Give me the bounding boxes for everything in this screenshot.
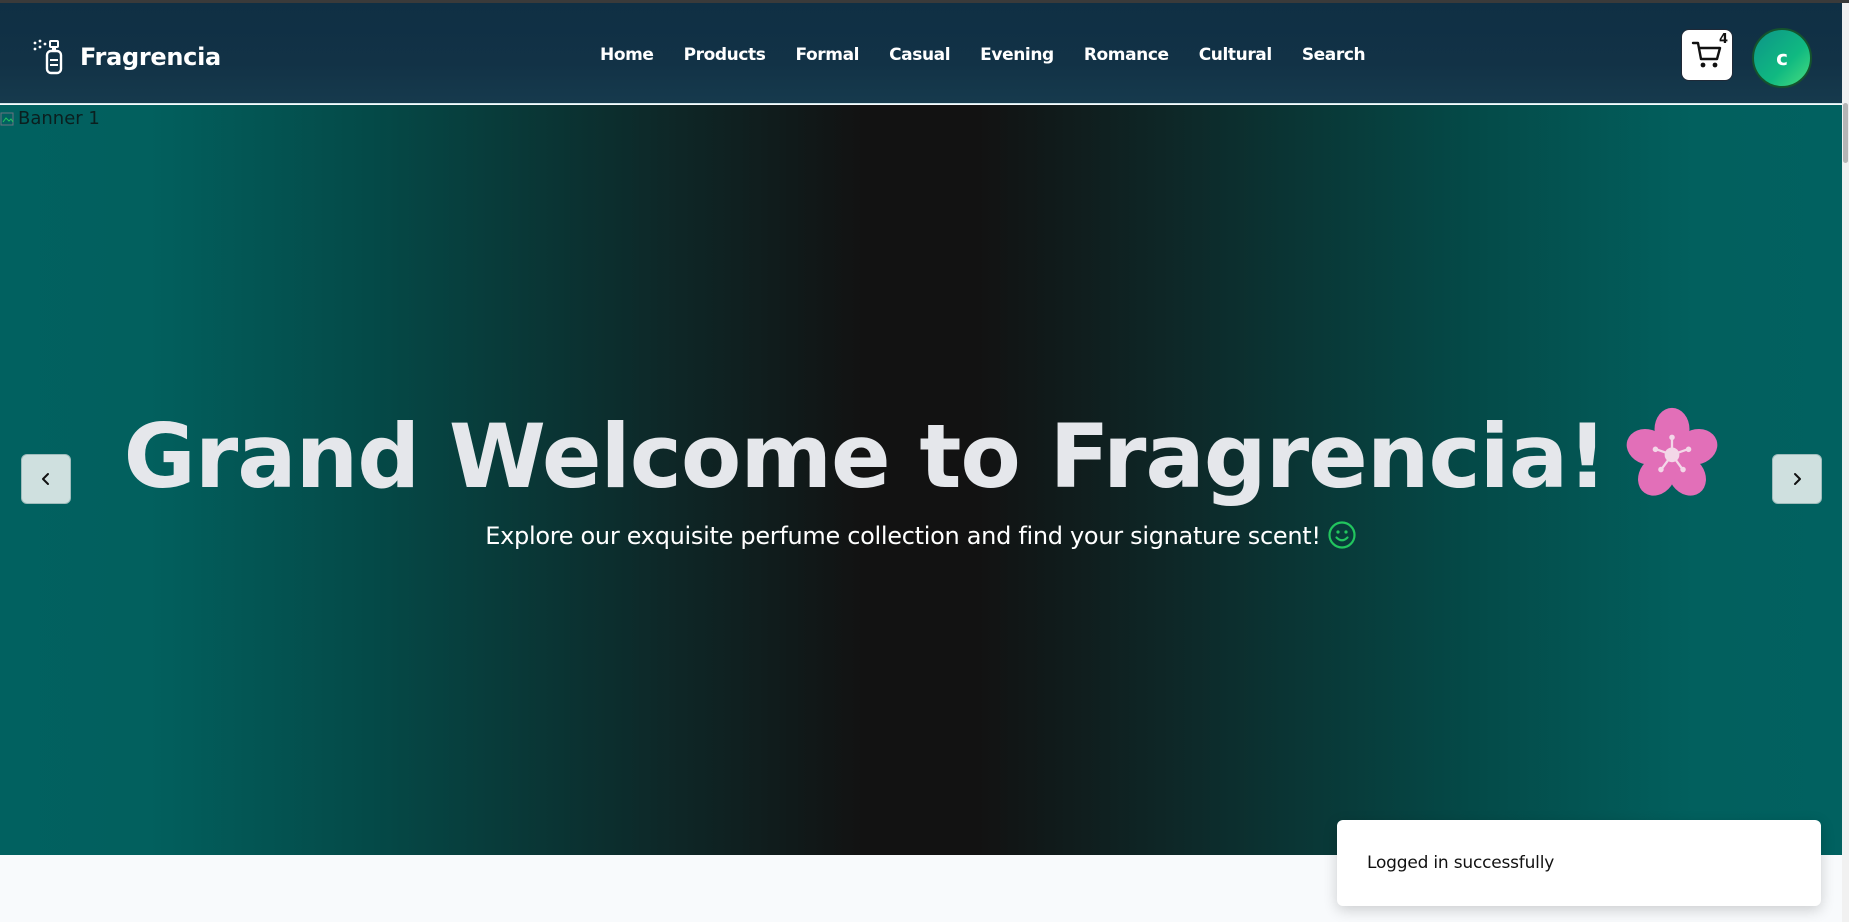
nav-search[interactable]: Search bbox=[1302, 45, 1366, 65]
nav-evening[interactable]: Evening bbox=[980, 45, 1054, 65]
login-toast[interactable]: Logged in successfully bbox=[1337, 820, 1821, 906]
cart-button[interactable]: 4 bbox=[1681, 29, 1733, 81]
perfume-bottle-icon bbox=[33, 39, 63, 75]
cart-count-badge: 4 bbox=[1718, 32, 1728, 47]
hero-title: Grand Welcome to Fragrencia! bbox=[0, 405, 1842, 508]
page-scrollbar[interactable] bbox=[1842, 3, 1849, 922]
banner-image: Banner 1 bbox=[0, 108, 100, 129]
nav-home[interactable]: Home bbox=[600, 45, 654, 65]
cherry-blossom-icon bbox=[1627, 407, 1718, 496]
toast-message: Logged in successfully bbox=[1367, 853, 1555, 873]
hero-subtitle-text: Explore our exquisite perfume collection… bbox=[485, 522, 1321, 550]
main-nav: Home Products Formal Casual Evening Roma… bbox=[600, 45, 1395, 65]
carousel-next-button[interactable] bbox=[1772, 454, 1822, 504]
banner-image-alt: Banner 1 bbox=[18, 108, 100, 129]
hero-title-text: Grand Welcome to Fragrencia! bbox=[123, 405, 1608, 508]
brand-name: Fragrencia bbox=[80, 43, 221, 71]
hero-banner: Banner 1 Grand Welcome to Fragrencia! Ex… bbox=[0, 105, 1842, 855]
nav-formal[interactable]: Formal bbox=[795, 45, 859, 65]
nav-products[interactable]: Products bbox=[684, 45, 766, 65]
chevron-left-icon bbox=[42, 473, 49, 485]
scrollbar-thumb[interactable] bbox=[1843, 103, 1848, 163]
nav-casual[interactable]: Casual bbox=[889, 45, 950, 65]
user-avatar[interactable]: c bbox=[1752, 28, 1812, 88]
smile-icon bbox=[1328, 521, 1356, 549]
hero-subtitle: Explore our exquisite perfume collection… bbox=[0, 520, 1842, 550]
broken-image-icon bbox=[0, 112, 14, 125]
nav-cultural[interactable]: Cultural bbox=[1199, 45, 1273, 65]
nav-romance[interactable]: Romance bbox=[1084, 45, 1169, 65]
chevron-right-icon bbox=[1794, 473, 1801, 485]
carousel-prev-button[interactable] bbox=[21, 454, 71, 504]
navbar: Fragrencia Home Products Formal Casual E… bbox=[0, 3, 1842, 104]
brand-logo[interactable]: Fragrencia bbox=[32, 37, 221, 77]
